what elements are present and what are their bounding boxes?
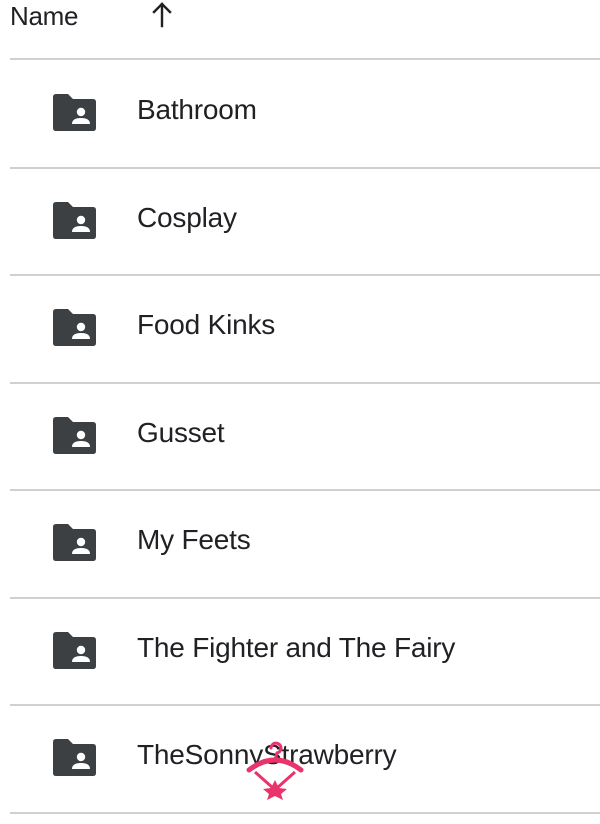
folder-row[interactable]: Gusset (0, 383, 600, 489)
shared-folder-icon (53, 417, 96, 454)
folder-row[interactable]: Bathroom (0, 60, 600, 166)
shared-folder-icon (53, 94, 96, 131)
folder-name: Gusset (137, 417, 225, 448)
folder-row[interactable]: The Fighter and The Fairy (0, 598, 600, 704)
folder-name: My Feets (137, 524, 251, 555)
shared-folder-icon (53, 632, 96, 669)
folder-name: Bathroom (137, 94, 257, 125)
name-column-header[interactable]: Name (10, 1, 78, 32)
folder-row[interactable]: Cosplay (0, 168, 600, 274)
shared-folder-icon (53, 739, 96, 776)
list-header: Name (0, 0, 600, 59)
shared-folder-icon (53, 524, 96, 561)
folder-row[interactable]: Food Kinks (0, 275, 600, 381)
folder-row[interactable]: My Feets (0, 490, 600, 596)
folder-name: The Fighter and The Fairy (137, 632, 456, 663)
row-divider (10, 812, 600, 814)
folder-name: Cosplay (137, 202, 237, 233)
folder-name: Food Kinks (137, 309, 276, 340)
shared-folder-icon (53, 309, 96, 346)
arrow-up-icon[interactable] (150, 0, 174, 30)
shared-folder-icon (53, 202, 96, 239)
hanger-logo-icon (246, 741, 304, 800)
